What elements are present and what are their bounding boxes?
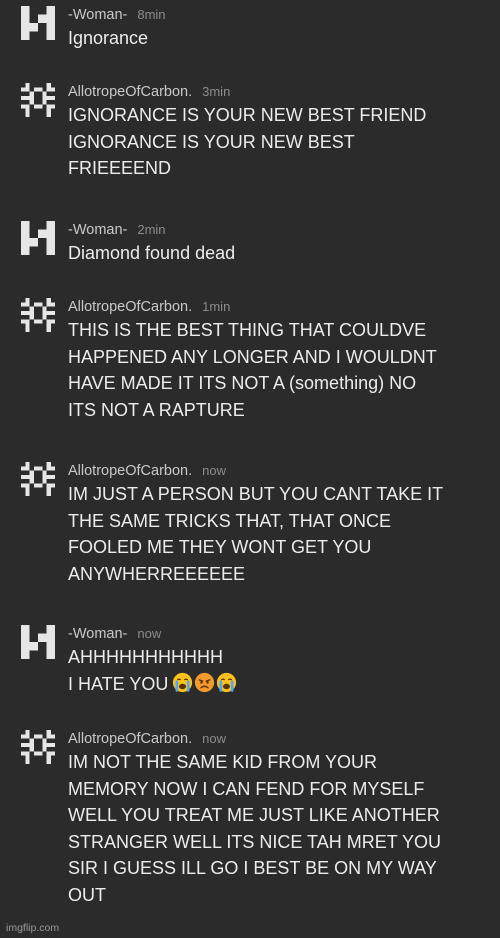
message-header: -Woman- 2min (68, 221, 166, 239)
timestamp: 2min (137, 222, 166, 237)
loudly-crying-face-icon (216, 672, 237, 701)
message-line: HAVE MADE IT ITS NOT A (something) NO (68, 373, 417, 393)
emoji-group (172, 672, 237, 701)
message-line: HAPPENED ANY LONGER AND I WOULDNT (68, 346, 437, 367)
message-line: Diamond found dead (68, 243, 236, 263)
message-line: WELL YOU TREAT ME JUST LIKE ANOTHER (68, 805, 440, 825)
message-line: FOOLED ME THEY WONT GET YOU (68, 537, 372, 557)
carbon-avatar-icon[interactable] (21, 298, 55, 332)
message-text: Ignorance (68, 25, 488, 52)
timestamp: now (202, 463, 226, 478)
timestamp: 8min (137, 7, 166, 22)
message-line: THE SAME TRICKS THAT, THAT ONCE (68, 510, 392, 531)
message-text: Diamond found dead (68, 240, 488, 267)
message-line: FRIEEEEND (68, 158, 172, 178)
message-line: AHHHHHHHHHHH (68, 647, 223, 667)
message-line: THIS IS THE BEST THING THAT COULDVE (68, 320, 427, 340)
message-line: IGNORANCE IS YOUR NEW BEST FRIEND (68, 105, 427, 125)
username[interactable]: -Woman- (68, 222, 127, 238)
message-line: ANYWHERREEEEEE (68, 563, 246, 584)
watermark: imgflip.com (6, 922, 60, 934)
message-header: AllotropeOfCarbon. 1min (68, 298, 230, 316)
message-text: IM JUST A PERSON BUT YOU CANT TAKE IT THE… (68, 481, 488, 587)
username[interactable]: AllotropeOfCarbon. (68, 731, 192, 747)
username[interactable]: AllotropeOfCarbon. (68, 463, 192, 479)
username[interactable]: AllotropeOfCarbon. (68, 299, 192, 315)
message-line: MEMORY NOW I CAN FEND FOR MYSELF (68, 778, 425, 799)
message-line: SIR I GUESS ILL GO I BEST BE ON MY WAY (68, 858, 437, 878)
message-header: -Woman- 8min (68, 6, 166, 24)
message-line: STRANGER WELL ITS NICE TAH MRET YOU (68, 831, 442, 852)
message-header: AllotropeOfCarbon. now (68, 730, 226, 748)
timestamp: 1min (202, 299, 231, 314)
message-header: AllotropeOfCarbon. 3min (68, 83, 230, 101)
message-text: IGNORANCE IS YOUR NEW BEST FRIEND IGNORAN… (68, 102, 488, 182)
message-text: THIS IS THE BEST THING THAT COULDVE HAPPE… (68, 317, 488, 423)
message-text: AHHHHHHHHHHH I HATE YOU (68, 644, 488, 700)
message-line: IM NOT THE SAME KID FROM YOUR (68, 752, 378, 772)
message-line: OUT (68, 884, 106, 905)
username[interactable]: AllotropeOfCarbon. (68, 84, 192, 100)
message-line: IM JUST A PERSON BUT YOU CANT TAKE IT (68, 484, 444, 504)
woman-avatar-icon[interactable] (21, 221, 55, 255)
angry-face-icon (194, 672, 215, 701)
timestamp: 3min (202, 84, 231, 99)
message-header: -Woman-now (68, 625, 161, 643)
message-line: ITS NOT A RAPTURE (68, 399, 245, 420)
carbon-avatar-icon[interactable] (21, 462, 55, 496)
message-line: IGNORANCE IS YOUR NEW BEST (68, 131, 355, 152)
woman-avatar-icon[interactable] (21, 625, 55, 659)
timestamp: now (137, 626, 162, 641)
carbon-avatar-icon[interactable] (21, 730, 55, 764)
woman-avatar-icon[interactable] (21, 6, 55, 40)
timestamp: now (202, 731, 226, 746)
message-line: I HATE YOU (68, 671, 488, 701)
username[interactable]: -Woman- (68, 626, 127, 642)
loudly-crying-face-icon (172, 672, 193, 701)
message-line: Ignorance (68, 28, 149, 48)
message-text: IM NOT THE SAME KID FROM YOUR MEMORY NOW … (68, 749, 488, 908)
message-header: AllotropeOfCarbon. now (68, 462, 226, 480)
carbon-avatar-icon[interactable] (21, 83, 55, 117)
username[interactable]: -Woman- (68, 7, 127, 23)
